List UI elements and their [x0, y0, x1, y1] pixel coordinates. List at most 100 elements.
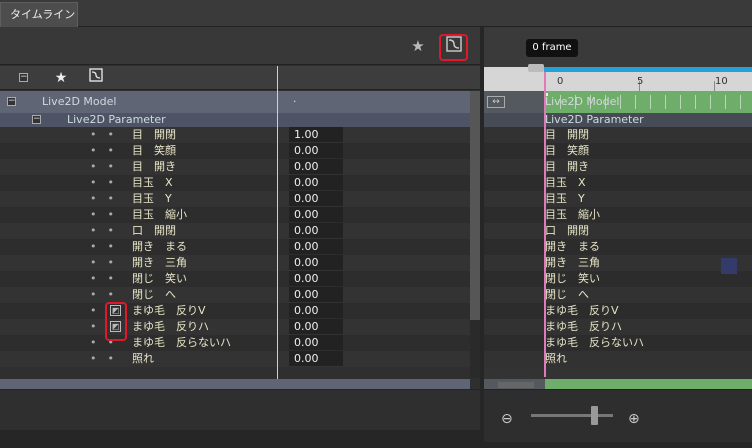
- track-label: 閉じ 笑い: [545, 272, 600, 285]
- timeline-scroll-thumb[interactable]: [498, 382, 534, 388]
- param-row[interactable]: • • 目玉 縮小 0.00: [0, 207, 470, 223]
- param-label: まゆ毛 反らないハ: [132, 336, 231, 349]
- track-row[interactable]: 目玉 縮小: [484, 207, 752, 223]
- model-value: ·: [293, 95, 297, 108]
- param-value[interactable]: 0.00: [289, 351, 343, 366]
- graph-editor-highlight: [439, 34, 468, 61]
- row-dots: • •: [90, 208, 114, 221]
- param-value[interactable]: 0.00: [289, 303, 343, 318]
- star-icon[interactable]: ★: [407, 35, 429, 57]
- param-value[interactable]: 0.00: [289, 335, 343, 350]
- track-row[interactable]: 目 笑顔: [484, 143, 752, 159]
- play-range-bar[interactable]: [544, 67, 752, 72]
- row-dots: • •: [90, 256, 114, 269]
- group-label: Live2D Parameter: [67, 113, 166, 126]
- frame-marker: [725, 95, 726, 109]
- row-dots: • •: [90, 176, 114, 189]
- track-row[interactable]: 目玉 X: [484, 175, 752, 191]
- track-row-group[interactable]: Live2D Parameter: [484, 113, 752, 127]
- track-label: 口 開閉: [545, 224, 589, 237]
- param-row[interactable]: • • 目玉 Y 0.00: [0, 191, 470, 207]
- param-row[interactable]: • •◩•まゆ毛 反りV0.00: [0, 303, 470, 319]
- collapse-all-icon[interactable]: −: [19, 73, 28, 82]
- param-value[interactable]: 1.00: [289, 127, 343, 142]
- timeline-toolbar: 0 frame: [484, 27, 752, 67]
- track-row[interactable]: 目玉 Y: [484, 191, 752, 207]
- track-row[interactable]: 開き 三角: [484, 255, 752, 271]
- track-row[interactable]: 閉じ へ: [484, 287, 752, 303]
- star-column-icon[interactable]: ★: [50, 67, 72, 89]
- track-row[interactable]: 目 開閉: [484, 127, 752, 143]
- track-row[interactable]: 口 開閉: [484, 223, 752, 239]
- keyframe-block[interactable]: [721, 258, 737, 274]
- param-row[interactable]: • • 開き 三角 0.00: [0, 255, 470, 271]
- param-row[interactable]: • • 目 開閉 1.00: [0, 127, 470, 143]
- param-row[interactable]: • • 照れ 0.00: [0, 351, 470, 367]
- param-label: 開き まる: [132, 240, 187, 253]
- collapse-model-icon[interactable]: −: [7, 97, 16, 106]
- playhead-line[interactable]: [544, 72, 546, 377]
- param-label: 閉じ へ: [132, 288, 176, 301]
- expand-arrows-icon[interactable]: ↔: [487, 96, 505, 108]
- param-label: 目 笑顔: [132, 144, 176, 157]
- param-label: 目 開き: [132, 160, 176, 173]
- param-value[interactable]: 0.00: [289, 223, 343, 238]
- param-row[interactable]: • • まゆ毛 反らないハ 0.00: [0, 335, 470, 351]
- track-group-label: Live2D Parameter: [545, 113, 644, 126]
- track-label: まゆ毛 反りハ: [545, 320, 622, 333]
- track-label: まゆ毛 反りV: [545, 304, 619, 317]
- param-value[interactable]: 0.00: [289, 175, 343, 190]
- param-value[interactable]: 0.00: [289, 191, 343, 206]
- tree-row-group[interactable]: − Live2D Parameter: [0, 113, 470, 127]
- track-row[interactable]: まゆ毛 反らないハ: [484, 335, 752, 351]
- track-row[interactable]: まゆ毛 反りハ: [484, 319, 752, 335]
- row-dots: • •: [90, 288, 114, 301]
- partial-row: [0, 379, 470, 389]
- tab-timeline[interactable]: タイムライン: [0, 2, 78, 27]
- graph-column-icon[interactable]: [85, 67, 107, 89]
- track-label: 開き 三角: [545, 256, 600, 269]
- param-value[interactable]: 0.00: [289, 319, 343, 334]
- track-row[interactable]: まゆ毛 反りV: [484, 303, 752, 319]
- zoom-in-icon[interactable]: ⊕: [628, 411, 640, 427]
- track-row[interactable]: 開き まる: [484, 239, 752, 255]
- track-row[interactable]: 閉じ 笑い: [484, 271, 752, 287]
- timeline-window: タイムライン ★ − ★ − Live2D Model · − Live2D Param…: [0, 0, 752, 448]
- param-row[interactable]: • • 閉じ 笑い 0.00: [0, 271, 470, 287]
- param-row[interactable]: • • 開き まる 0.00: [0, 239, 470, 255]
- row-dots: • •: [90, 160, 114, 173]
- playhead-handle[interactable]: [528, 64, 544, 72]
- param-value[interactable]: 0.00: [289, 255, 343, 270]
- left-toolbar: ★: [0, 27, 480, 65]
- param-row[interactable]: • • 口 開閉 0.00: [0, 223, 470, 239]
- param-row[interactable]: • • 閉じ へ 0.00: [0, 287, 470, 303]
- param-row[interactable]: • •◩•まゆ毛 反りハ0.00: [0, 319, 470, 335]
- track-row[interactable]: 照れ: [484, 351, 752, 367]
- frame-marker: [740, 95, 741, 109]
- tree-scrollbar-thumb[interactable]: [470, 91, 480, 320]
- zoom-slider[interactable]: [531, 414, 613, 417]
- param-label: 開き 三角: [132, 256, 187, 269]
- param-row[interactable]: • • 目 開き 0.00: [0, 159, 470, 175]
- keyframe-dot[interactable]: [546, 93, 548, 96]
- timeline-bottom-panel: [484, 389, 752, 448]
- track-row[interactable]: 目 開き: [484, 159, 752, 175]
- collapse-group-icon[interactable]: −: [32, 115, 41, 124]
- tree-row-model[interactable]: − Live2D Model ·: [0, 91, 470, 113]
- param-value[interactable]: 0.00: [289, 287, 343, 302]
- track-label: まゆ毛 反らないハ: [545, 336, 644, 349]
- frame-marker: [695, 95, 696, 109]
- param-value[interactable]: 0.00: [289, 271, 343, 286]
- track-row-model[interactable]: ↔ Live2D Model: [484, 91, 752, 113]
- param-row[interactable]: • • 目 笑顔 0.00: [0, 143, 470, 159]
- zoom-slider-thumb[interactable]: [591, 406, 598, 425]
- zoom-out-icon[interactable]: ⊖: [501, 411, 513, 427]
- param-value[interactable]: 0.00: [289, 207, 343, 222]
- param-value[interactable]: 0.00: [289, 159, 343, 174]
- column-divider[interactable]: [277, 66, 278, 380]
- param-value[interactable]: 0.00: [289, 239, 343, 254]
- track-rows: ↔ Live2D Model Live2D Parameter 目 開閉目 笑顔目 開…: [484, 91, 752, 379]
- param-value[interactable]: 0.00: [289, 143, 343, 158]
- param-row[interactable]: • • 目玉 X 0.00: [0, 175, 470, 191]
- param-label: 閉じ 笑い: [132, 272, 187, 285]
